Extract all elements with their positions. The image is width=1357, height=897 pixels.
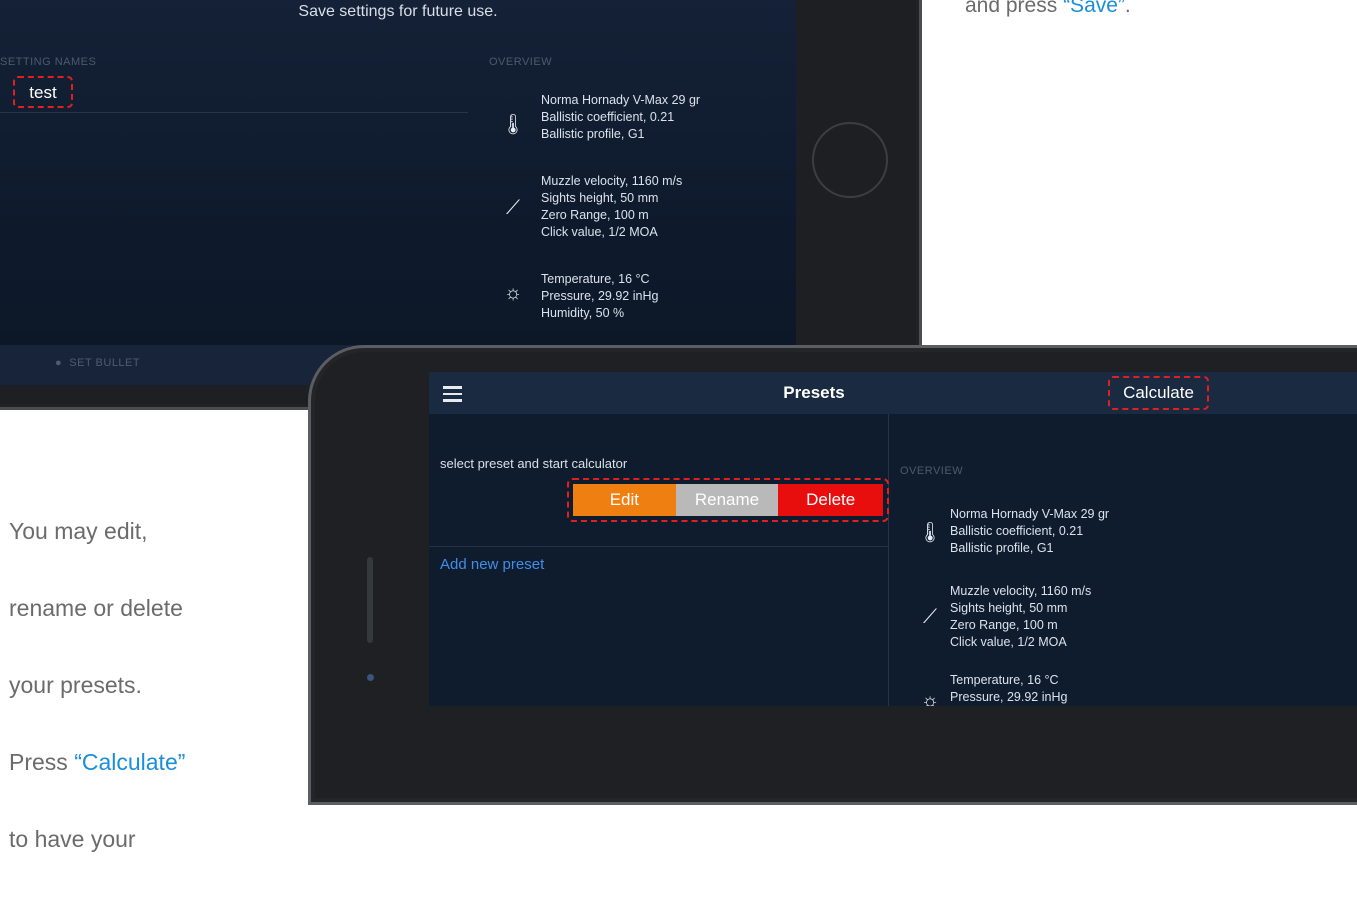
save-header: Save settings for future use. <box>298 3 498 20</box>
overview-bullet-top: Norma Hornady V-Max 29 gr Ballistic coef… <box>541 93 701 141</box>
overview-label-top: OVERVIEW <box>489 56 553 68</box>
rename-button[interactable]: Rename <box>675 484 779 516</box>
bullet-icon-bottom: 🌡 <box>917 522 943 544</box>
weather-icon: ☼ <box>503 282 523 304</box>
setting-name-field[interactable]: test <box>13 76 73 108</box>
edit-button[interactable]: Edit <box>573 484 676 516</box>
add-new-preset-link[interactable]: Add new preset <box>440 556 544 573</box>
overview-weather-top: Temperature, 16 °C Pressure, 29.92 inHg … <box>541 272 659 320</box>
caption-top-prefix: and press <box>965 0 1064 17</box>
overview-label-bottom: OVERVIEW <box>900 465 964 477</box>
page-title: Presets <box>783 383 845 402</box>
caption-top: and press “Save”. <box>965 0 1131 18</box>
caption-left-press: Press <box>9 748 75 775</box>
divider <box>0 112 468 113</box>
preset-actions: Edit Rename Delete <box>567 478 889 522</box>
home-button-top[interactable] <box>812 122 888 198</box>
tab-set-bullet-label: SET BULLET <box>69 357 141 369</box>
caption-left-highlight: “Calculate” <box>74 748 186 775</box>
rifle-icon-bottom: ⟋ <box>923 606 937 628</box>
setting-names-label: SETTING NAMES <box>0 56 97 68</box>
caption-top-suffix: . <box>1124 0 1131 17</box>
bullet-icon: 🌡 <box>500 114 526 136</box>
overview-bullet-bottom: Norma Hornady V-Max 29 gr Ballistic coef… <box>950 507 1110 555</box>
info-icon: ● <box>55 357 63 369</box>
side-speaker <box>367 557 373 643</box>
front-camera <box>367 674 374 681</box>
phone-screen-top: Save settings for future use. SETTING NA… <box>0 0 796 385</box>
caption-left: You may edit, rename or delete your pres… <box>9 473 185 897</box>
tab-set-bullet[interactable]: ● SET BULLET <box>55 357 140 369</box>
caption-left-line3: your presets. <box>9 671 142 698</box>
overview-weather-bottom: Temperature, 16 °C Pressure, 29.92 inHg <box>950 673 1068 704</box>
overview-rifle-bottom: Muzzle velocity, 1160 m/s Sights height,… <box>950 584 1092 649</box>
list-separator <box>429 546 888 547</box>
delete-button[interactable]: Delete <box>778 484 883 516</box>
calculate-button[interactable]: Calculate <box>1108 376 1209 410</box>
weather-icon-bottom: ☼ <box>920 690 940 706</box>
caption-left-line1: You may edit, <box>9 517 148 544</box>
rifle-icon: ⟋ <box>506 197 520 219</box>
caption-top-highlight: “Save” <box>1063 0 1125 17</box>
caption-left-line2: rename or delete <box>9 594 183 621</box>
preset-hint: select preset and start calculator <box>440 456 628 471</box>
phone-screen-bottom: Presets Calculate select preset and star… <box>429 372 1357 706</box>
overview-rifle-top: Muzzle velocity, 1160 m/s Sights height,… <box>541 174 683 239</box>
caption-left-line4: Press “Calculate” <box>9 743 185 782</box>
column-divider <box>888 414 889 706</box>
caption-left-line5: to have your <box>9 825 136 852</box>
